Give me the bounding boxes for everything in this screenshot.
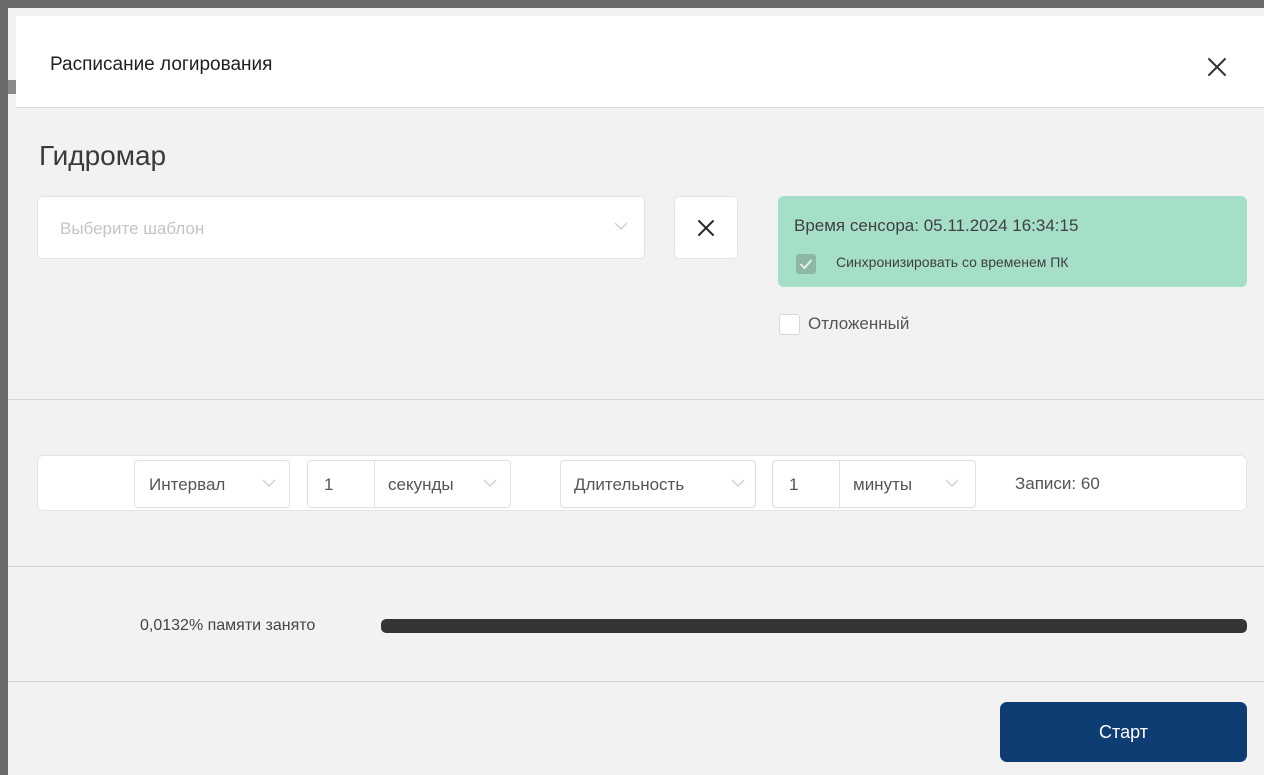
dialog-header: Расписание логирования bbox=[16, 16, 1264, 108]
chevron-down-icon bbox=[614, 222, 628, 230]
field-separator bbox=[839, 461, 840, 507]
interval-value-input[interactable]: 1 bbox=[324, 475, 333, 495]
duration-value-group: 1 минуты bbox=[772, 460, 976, 508]
records-count: Записи: 60 bbox=[1015, 474, 1100, 493]
duration-select-label: Длительность bbox=[574, 475, 685, 494]
close-icon bbox=[698, 219, 714, 236]
template-select[interactable]: Выберите шаблон bbox=[37, 196, 645, 259]
sensor-time-label: Время сенсора: 05.11.2024 16:34:15 bbox=[794, 216, 1079, 235]
interval-value-group: 1 секунды bbox=[307, 460, 511, 508]
interval-select[interactable]: Интервал bbox=[134, 460, 290, 508]
close-icon bbox=[1208, 58, 1226, 76]
chevron-down-icon bbox=[483, 479, 497, 487]
sync-time-checkbox[interactable] bbox=[796, 254, 816, 274]
section-divider bbox=[8, 681, 1264, 682]
field-separator bbox=[374, 461, 375, 507]
chevron-down-icon bbox=[262, 479, 276, 487]
close-button[interactable] bbox=[1200, 52, 1234, 82]
clear-template-button[interactable] bbox=[674, 196, 738, 259]
sync-time-label: Синхронизировать со временем ПК bbox=[836, 254, 1069, 270]
section-divider bbox=[8, 566, 1264, 567]
start-button[interactable]: Старт bbox=[1000, 702, 1247, 762]
delayed-label: Отложенный bbox=[808, 314, 910, 333]
duration-value-input[interactable]: 1 bbox=[789, 475, 798, 495]
memory-usage-fill bbox=[381, 619, 1247, 633]
window-edge-marker bbox=[8, 80, 16, 94]
sensor-time-panel: Время сенсора: 05.11.2024 16:34:15 Синхр… bbox=[778, 196, 1247, 287]
device-name: Гидромар bbox=[39, 140, 167, 171]
interval-unit-select[interactable]: секунды bbox=[388, 475, 454, 495]
chevron-down-icon bbox=[731, 479, 745, 487]
duration-select[interactable]: Длительность bbox=[560, 460, 756, 508]
dialog-title: Расписание логирования bbox=[50, 54, 273, 75]
interval-select-label: Интервал bbox=[149, 475, 226, 494]
template-placeholder: Выберите шаблон bbox=[60, 219, 205, 238]
memory-usage-bar bbox=[381, 619, 1247, 633]
chevron-down-icon bbox=[945, 479, 959, 487]
dialog-window: Расписание логирования bbox=[0, 0, 1264, 775]
duration-unit-select[interactable]: минуты bbox=[853, 475, 912, 495]
schedule-settings-row: Интервал 1 секунды Длительность 1 минуты… bbox=[37, 455, 1247, 511]
section-divider bbox=[8, 399, 1264, 400]
check-icon bbox=[799, 259, 813, 270]
delayed-checkbox[interactable] bbox=[779, 314, 800, 335]
memory-usage-label: 0,0132% памяти занято bbox=[140, 617, 316, 634]
